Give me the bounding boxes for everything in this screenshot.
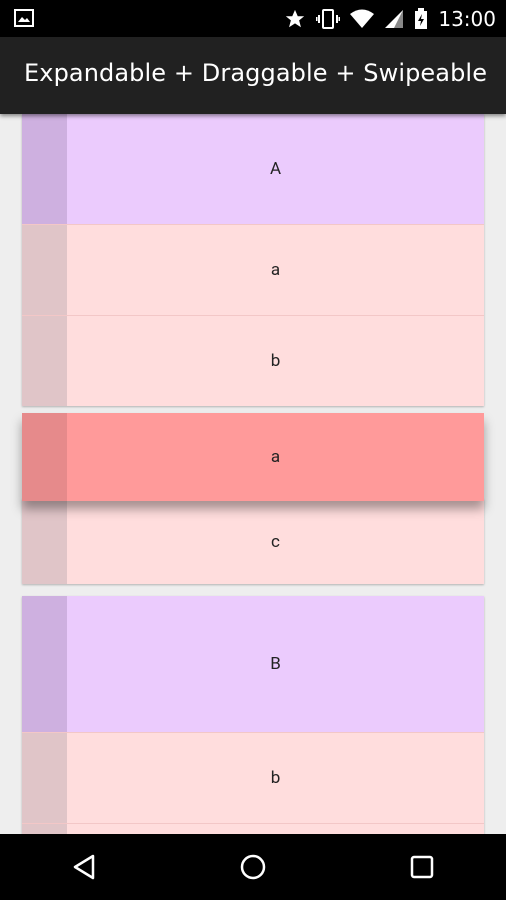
- status-bar: 13:00: [0, 0, 506, 37]
- home-icon[interactable]: [228, 842, 278, 892]
- drag-handle[interactable]: [22, 499, 67, 584]
- clock-time: 13:00: [438, 6, 496, 31]
- drag-handle[interactable]: [22, 114, 67, 224]
- group-label: B: [270, 654, 281, 674]
- child-label: b: [270, 351, 281, 371]
- drag-handle[interactable]: [22, 824, 67, 834]
- drag-handle[interactable]: [22, 413, 67, 501]
- back-icon[interactable]: [59, 842, 109, 892]
- child-row-c[interactable]: c: [22, 499, 484, 584]
- dragged-item[interactable]: a: [22, 413, 484, 501]
- child-label: c: [271, 531, 280, 552]
- group-row-a[interactable]: A: [22, 114, 484, 225]
- dragged-label: a: [270, 447, 281, 467]
- group-label: A: [269, 159, 282, 179]
- group-card-b: B b: [22, 596, 484, 834]
- drag-handle[interactable]: [22, 316, 67, 406]
- child-row-b2[interactable]: b: [22, 733, 484, 824]
- child-row-next[interactable]: [22, 824, 484, 834]
- signal-icon: [384, 9, 404, 29]
- drag-handle[interactable]: [22, 733, 67, 823]
- recents-icon[interactable]: [397, 842, 447, 892]
- drag-handle[interactable]: [22, 596, 67, 732]
- group-card-a: A a b: [22, 114, 484, 406]
- child-card-c: c: [22, 499, 484, 584]
- group-row-b[interactable]: B: [22, 596, 484, 733]
- app-title: Expandable + Draggable + Swipeable: [24, 59, 488, 87]
- star-icon: [284, 8, 306, 30]
- app-bar: Expandable + Draggable + Swipeable: [0, 37, 506, 114]
- status-icons: 13:00: [284, 6, 496, 31]
- child-label: a: [270, 260, 281, 280]
- navigation-bar: [0, 834, 506, 900]
- vibrate-icon: [316, 8, 341, 30]
- child-label: b: [270, 768, 281, 788]
- drag-handle[interactable]: [22, 225, 67, 315]
- child-row-b[interactable]: b: [22, 316, 484, 406]
- expandable-list[interactable]: A a b c a B b: [0, 114, 506, 834]
- child-row-a[interactable]: a: [22, 225, 484, 316]
- image-icon: [14, 9, 34, 27]
- wifi-icon: [350, 9, 375, 29]
- battery-icon: [414, 7, 428, 30]
